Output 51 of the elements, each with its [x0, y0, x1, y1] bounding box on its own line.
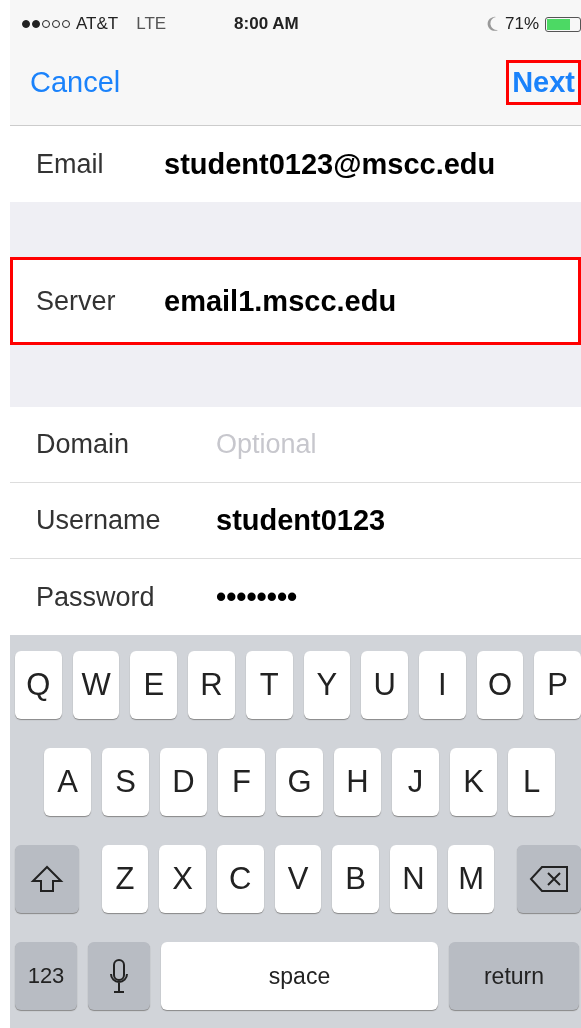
field-value[interactable]: student0123@mscc.edu: [164, 147, 496, 181]
letter-key[interactable]: V: [274, 845, 322, 913]
field-value[interactable]: ••••••••: [216, 580, 298, 614]
field-label: Username: [36, 505, 162, 536]
letter-key[interactable]: L: [508, 748, 555, 816]
letter-key[interactable]: B: [332, 845, 379, 913]
letter-key[interactable]: T: [245, 651, 293, 719]
letter-key[interactable]: O: [476, 651, 524, 719]
letter-key[interactable]: G: [276, 748, 323, 816]
field-label: Server: [36, 285, 117, 317]
moon-icon: [486, 16, 499, 32]
letter-key[interactable]: E: [130, 651, 178, 719]
letter-key[interactable]: Y: [303, 651, 351, 719]
field-label: Domain: [36, 429, 131, 460]
letter-key[interactable]: A: [44, 748, 91, 816]
letter-key[interactable]: Z: [101, 845, 149, 913]
letter-key[interactable]: K: [450, 748, 497, 816]
status-time: 8:00 AM: [234, 14, 299, 34]
return-key[interactable]: return: [449, 942, 579, 1010]
letter-key[interactable]: W: [72, 651, 120, 719]
letter-key[interactable]: Q: [15, 651, 62, 719]
microphone-icon: [109, 958, 129, 994]
letter-key[interactable]: F: [218, 748, 265, 816]
battery-percent: 71%: [504, 14, 539, 34]
space-key[interactable]: space: [161, 942, 438, 1010]
field-value[interactable]: student0123: [216, 504, 386, 537]
letter-key[interactable]: N: [390, 845, 437, 913]
microphone-key[interactable]: [88, 942, 150, 1010]
field-value[interactable]: email1.mscc.edu: [164, 284, 397, 318]
letter-key[interactable]: H: [334, 748, 381, 816]
letter-key[interactable]: X: [159, 845, 206, 913]
numbers-key[interactable]: 123: [15, 942, 77, 1010]
shift-key[interactable]: [15, 845, 79, 913]
network-type: LTE: [136, 14, 167, 34]
letter-key[interactable]: C: [216, 845, 264, 913]
letter-key[interactable]: J: [392, 748, 439, 816]
carrier-name: AT&T: [76, 14, 119, 34]
letter-key[interactable]: D: [160, 748, 207, 816]
letter-key[interactable]: P: [534, 651, 581, 719]
delete-key[interactable]: [517, 845, 581, 913]
shift-icon: [29, 864, 64, 894]
battery-icon: [545, 16, 581, 32]
highlighted-field[interactable]: Server email1.mscc.edu: [10, 257, 581, 345]
letter-key[interactable]: I: [418, 651, 466, 719]
letter-key[interactable]: S: [102, 748, 149, 816]
letter-key[interactable]: U: [361, 651, 408, 719]
letter-key[interactable]: M: [447, 845, 495, 913]
field-label: Email: [36, 148, 105, 180]
delete-icon: [529, 865, 570, 893]
field-label: Password: [36, 581, 156, 613]
letter-key[interactable]: R: [188, 651, 235, 719]
